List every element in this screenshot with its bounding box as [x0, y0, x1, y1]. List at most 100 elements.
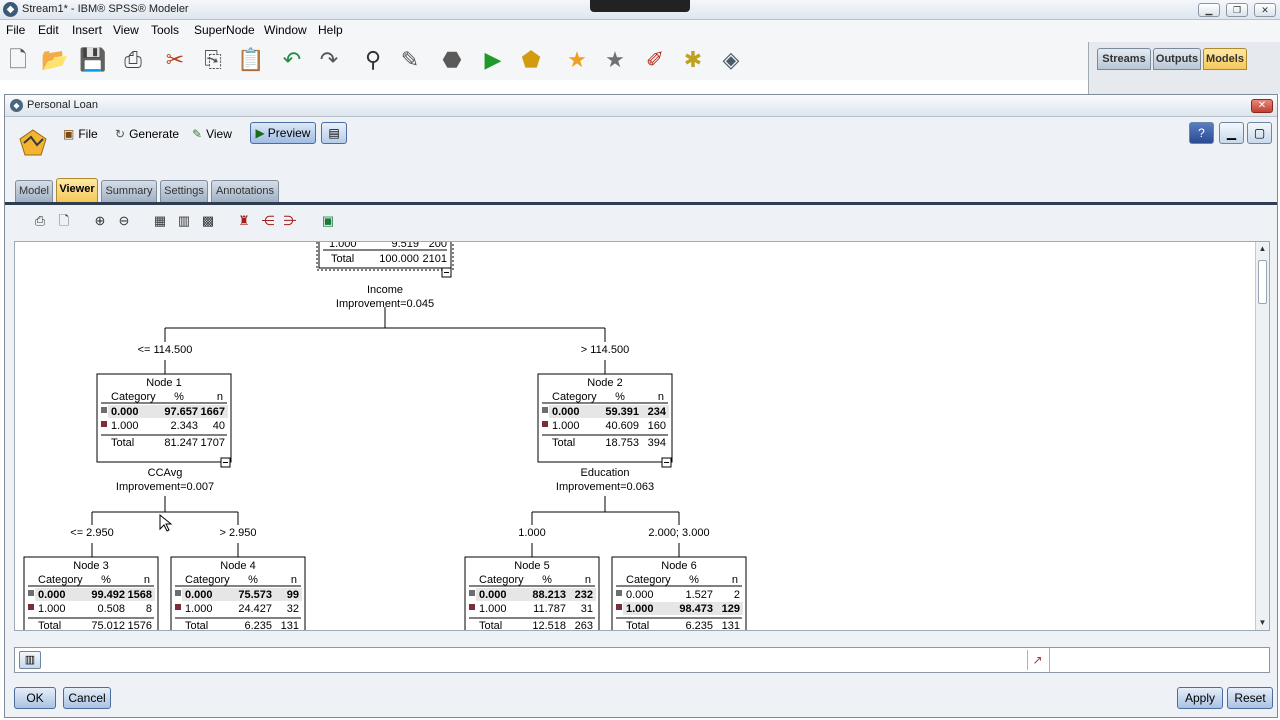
table-graph-view-icon[interactable]: ▩	[199, 213, 217, 229]
menu-help[interactable]: Help	[318, 23, 343, 37]
save-icon[interactable]: 💾	[78, 45, 108, 75]
status-divider	[1049, 648, 1050, 672]
menu-supernode[interactable]: SuperNode	[194, 23, 255, 37]
preview-button[interactable]: ▶ Preview	[250, 122, 316, 144]
find-binoculars-icon[interactable]: ⚲	[358, 45, 388, 75]
left-right-tree-icon[interactable]: ⋺	[281, 213, 299, 229]
supernode-zoom-icon[interactable]: ★	[600, 45, 630, 75]
apply-button[interactable]: Apply	[1177, 687, 1223, 709]
generate-menu-icon: ↻	[115, 127, 126, 141]
new-comment-icon[interactable]: ✱	[678, 45, 708, 75]
tab-outputs[interactable]: Outputs	[1153, 48, 1201, 70]
model-window-minimize-button[interactable]: ▁	[1219, 122, 1244, 144]
menu-window[interactable]: Window	[264, 23, 307, 37]
tree-node[interactable]: Node 6 Category% n 0.000 1.527 2 1.000 98.473 12…	[611, 556, 747, 631]
graph-line-icon[interactable]: ↗	[1027, 650, 1047, 670]
export-icon[interactable]: 🗋	[55, 213, 73, 229]
supernode-star-icon[interactable]: ★	[562, 45, 592, 75]
tree-node[interactable]: Node 1 Category% n 0.000 97.657 1667 1.000 2.34…	[96, 373, 232, 468]
open-folder-icon[interactable]: 📂	[40, 45, 70, 75]
tree-node-total-label: Total	[38, 620, 61, 631]
preview-button-label: Preview	[267, 126, 311, 140]
tab-annotations[interactable]: Annotations	[211, 180, 279, 202]
tab-model[interactable]: Model	[15, 180, 53, 202]
decision-tree-viewer[interactable]: 1.000 9.519 200 Total 100.000 2101 Incom…	[14, 241, 1270, 631]
tree-node-total-pct: 12.518	[532, 620, 566, 631]
mouse-cursor-icon	[159, 513, 173, 532]
tree-map-icon[interactable]: ▣	[319, 213, 337, 229]
menu-insert[interactable]: Insert	[72, 23, 102, 37]
model-menu-generate[interactable]: ↻ Generate	[115, 127, 179, 141]
preview-play-icon: ▶	[255, 126, 265, 140]
cancel-button[interactable]: Cancel	[63, 687, 111, 709]
tree-node-category: 1.000	[185, 603, 213, 615]
category-swatch	[469, 590, 475, 596]
tree-node-n: 8	[146, 603, 152, 615]
tree-node-header-category: Category	[111, 391, 156, 403]
menu-file[interactable]: File	[6, 23, 25, 37]
modeler-gem-icon[interactable]: ◈	[716, 45, 746, 75]
model-menu-file[interactable]: ▣ File	[63, 127, 98, 141]
tree-node-total-n: 263	[575, 620, 593, 631]
branch-label-education-right: 2.000; 3.000	[648, 527, 709, 539]
annotation-icon[interactable]: ✐	[640, 45, 670, 75]
ok-button[interactable]: OK	[14, 687, 56, 709]
menu-view[interactable]: View	[113, 23, 139, 37]
category-swatch	[101, 421, 107, 427]
redo-icon[interactable]: ↷	[314, 45, 344, 75]
menu-edit[interactable]: Edit	[38, 23, 59, 37]
model-nugget-window: ◆ Personal Loan ✕ ▣ File ↻ Generate ✎ Vi…	[4, 94, 1278, 718]
edit-stream-icon[interactable]: ✎	[395, 45, 425, 75]
cut-icon[interactable]: ✂	[160, 45, 190, 75]
decision-tree-canvas: 1.000 9.519 200 Total 100.000 2101 Incom…	[23, 242, 747, 631]
model-menu-view[interactable]: ✎ View	[192, 127, 232, 141]
tree-node[interactable]: Node 4 Category% n 0.000 75.573 99 1.000 24.427…	[170, 556, 306, 631]
reset-button[interactable]: Reset	[1227, 687, 1273, 709]
menu-tools[interactable]: Tools	[151, 23, 179, 37]
split-improvement-ccavg: Improvement=0.007	[116, 481, 214, 493]
model-window-close-button[interactable]: ✕	[1251, 99, 1273, 113]
tree-node[interactable]: Node 3 Category% n 0.000 99.492 1568 1.000 0.50…	[23, 556, 159, 631]
new-stream-icon[interactable]: 🗋	[3, 45, 33, 75]
scroll-thumb[interactable]	[1258, 260, 1267, 304]
root-partial-n: 200	[429, 242, 447, 250]
scroll-up-arrow-icon[interactable]: ▲	[1256, 242, 1269, 256]
output-preview-button[interactable]: ▤	[321, 122, 347, 144]
tree-node-pct: 97.657	[164, 406, 198, 418]
restore-button[interactable]: ❐	[1226, 3, 1248, 17]
top-down-tree-icon[interactable]: ♜	[235, 213, 253, 229]
tree-vertical-scrollbar[interactable]: ▲ ▼	[1255, 242, 1269, 630]
help-button[interactable]: ?	[1189, 122, 1214, 144]
scroll-down-arrow-icon[interactable]: ▼	[1256, 616, 1269, 630]
table-view-icon[interactable]: ▦	[151, 213, 169, 229]
root-node[interactable]: 1.000 9.519 200 Total 100.000 2101	[316, 242, 454, 278]
tree-node-header-category: Category	[552, 391, 597, 403]
paste-icon[interactable]: 📋	[236, 45, 266, 75]
tab-summary[interactable]: Summary	[101, 180, 157, 202]
minimize-button[interactable]: ▁	[1198, 3, 1220, 17]
print-icon[interactable]: ⎙	[31, 213, 49, 229]
undo-icon[interactable]: ↶	[277, 45, 307, 75]
stop-execution-icon[interactable]: ⬣	[437, 45, 467, 75]
tree-node-category: 0.000	[38, 589, 66, 601]
app-title-bar: ◆ Stream1* - IBM® SPSS® Modeler ▁ ❐ ✕	[0, 0, 1280, 20]
chart-settings-icon[interactable]: ▥	[19, 651, 41, 669]
category-swatch	[469, 604, 475, 610]
copy-icon[interactable]: ⎘	[198, 45, 228, 75]
print-icon[interactable]: ⎙	[118, 45, 148, 75]
tree-node-category: 1.000	[38, 603, 66, 615]
tab-viewer[interactable]: Viewer	[56, 178, 98, 202]
tab-settings[interactable]: Settings	[160, 180, 208, 202]
tab-models[interactable]: Models	[1203, 48, 1247, 70]
zoom-out-icon[interactable]: ⊖	[115, 213, 133, 229]
run-icon[interactable]: ▶	[478, 45, 508, 75]
right-left-tree-icon[interactable]: ⋲	[259, 213, 277, 229]
model-window-maximize-button[interactable]: ▢	[1247, 122, 1272, 144]
tree-node[interactable]: Node 2 Category% n 0.000 59.391 234 1.000 40.60…	[537, 373, 673, 468]
tree-node[interactable]: Node 5 Category% n 0.000 88.213 232 1.000 11.78…	[464, 556, 600, 631]
close-button[interactable]: ✕	[1254, 3, 1276, 17]
zoom-in-icon[interactable]: ⊕	[91, 213, 109, 229]
graph-view-icon[interactable]: ▥	[175, 213, 193, 229]
run-selection-icon[interactable]: ⬟	[516, 45, 546, 75]
tab-streams[interactable]: Streams	[1097, 48, 1151, 70]
